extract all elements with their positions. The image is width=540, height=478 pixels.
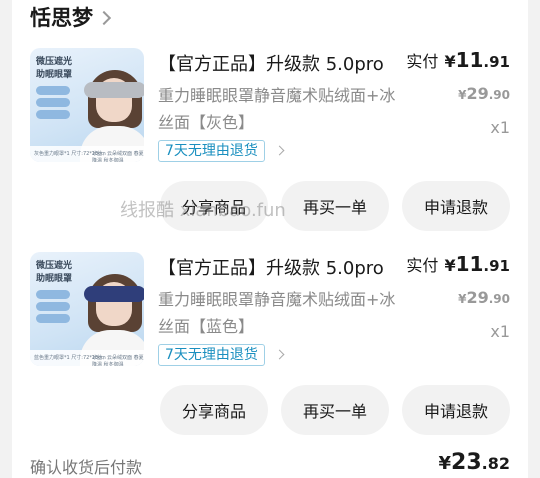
thumb-title: 微压遮光 助眠眼罩: [36, 261, 73, 284]
chevron-right-icon: [274, 145, 285, 156]
thumb-footer: 灰色重力眼罩*1 尺寸:72*13cm 冰丝、云朵绒双面 春夏降温 秋冬御温: [30, 146, 144, 162]
product-spec: 重力睡眠眼罩静音魔术贴绒面+冰丝面【灰色】: [158, 86, 396, 132]
thumb-footer: 蓝色重力眼罩*1 尺寸:72*13cm 冰丝、云朵绒双面 春夏降温 秋冬御温: [30, 350, 144, 366]
chevron-right-icon: [274, 349, 285, 360]
buy-again-button[interactable]: 再买一单: [281, 181, 389, 231]
product-thumbnail[interactable]: 微压遮光 助眠眼罩 蓝色重力眼罩*1 尺寸:72*13cm 冰丝、云朵绒双面 春…: [30, 252, 144, 366]
order-item[interactable]: 微压遮光 助眠眼罩 蓝色重力眼罩*1 尺寸:72*13cm 冰丝、云朵绒双面 春…: [12, 244, 528, 444]
item-actions: 分享商品 再买一单 申请退款: [160, 181, 510, 231]
thumb-tag: [36, 98, 70, 107]
thumb-eye-mask: [84, 286, 144, 302]
store-header[interactable]: 恬思梦: [30, 2, 112, 32]
thumb-tag: [36, 314, 70, 323]
return-policy-tag[interactable]: 7天无理由退货: [158, 140, 265, 162]
order-total: ¥23.82: [438, 450, 511, 475]
order-card: 恬思梦 微压遮光 助眠眼罩 灰色重力眼罩*1 尺寸:72*13cm 冰丝、云朵绒…: [12, 0, 528, 478]
thumb-feature-tags: [36, 290, 70, 323]
item-actions: 分享商品 再买一单 申请退款: [160, 385, 510, 435]
thumb-tag: [36, 110, 70, 119]
thumb-foot-right: 冰丝、云朵绒双面 春夏降温 秋冬御温: [92, 355, 144, 366]
request-refund-button[interactable]: 申请退款: [402, 181, 510, 231]
product-spec: 重力睡眠眼罩静音魔术贴绒面+冰丝面【蓝色】: [158, 290, 396, 336]
thumb-feature-tags: [36, 86, 70, 119]
quantity: x1: [490, 118, 510, 137]
buy-again-button[interactable]: 再买一单: [281, 385, 389, 435]
thumb-eye-mask: [84, 82, 144, 98]
order-item[interactable]: 微压遮光 助眠眼罩 灰色重力眼罩*1 尺寸:72*13cm 冰丝、云朵绒双面 春…: [12, 40, 528, 240]
thumb-tag: [36, 302, 70, 311]
product-title[interactable]: 【官方正品】升级款 5.0pro: [158, 254, 408, 280]
paid-amount: ¥11.91: [444, 48, 510, 72]
payment-status: 确认收货后付款: [30, 458, 143, 477]
thumb-tag: [36, 86, 70, 95]
paid-price: 实付 ¥11.91: [406, 48, 510, 72]
original-price: ¥29.90: [458, 84, 510, 103]
product-thumbnail[interactable]: 微压遮光 助眠眼罩 灰色重力眼罩*1 尺寸:72*13cm 冰丝、云朵绒双面 春…: [30, 48, 144, 162]
chevron-right-icon: [96, 10, 112, 26]
thumb-title: 微压遮光 助眠眼罩: [36, 57, 73, 80]
request-refund-button[interactable]: 申请退款: [402, 385, 510, 435]
quantity: x1: [490, 322, 510, 341]
thumb-tag: [36, 290, 70, 299]
original-price: ¥29.90: [458, 288, 510, 307]
share-product-button[interactable]: 分享商品: [160, 181, 268, 231]
store-name[interactable]: 恬思梦: [30, 2, 93, 32]
paid-label: 实付: [406, 52, 439, 71]
thumb-foot-right: 冰丝、云朵绒双面 春夏降温 秋冬御温: [92, 151, 144, 162]
return-policy-tag[interactable]: 7天无理由退货: [158, 344, 265, 366]
share-product-button[interactable]: 分享商品: [160, 385, 268, 435]
paid-price: 实付 ¥11.91: [406, 252, 510, 276]
paid-label: 实付: [406, 256, 439, 275]
product-title[interactable]: 【官方正品】升级款 5.0pro: [158, 50, 408, 76]
paid-amount: ¥11.91: [444, 252, 510, 276]
